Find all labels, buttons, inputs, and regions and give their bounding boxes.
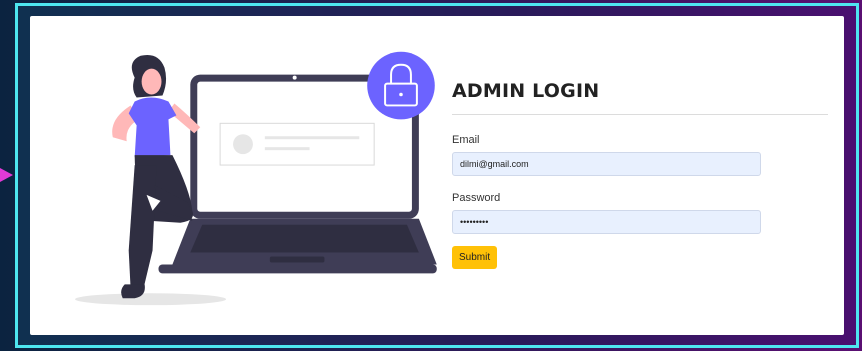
side-arrow-marker (0, 168, 13, 182)
page-title: ADMIN LOGIN (452, 80, 600, 102)
login-card: ADMIN LOGIN Email Password Submit (30, 16, 844, 335)
login-illustration (75, 51, 437, 306)
submit-button[interactable]: Submit (452, 246, 498, 269)
email-field[interactable] (452, 152, 761, 176)
password-label: Password (452, 192, 501, 204)
title-divider (452, 114, 828, 115)
password-field[interactable] (452, 210, 761, 234)
lock-icon (367, 51, 435, 120)
login-form: ADMIN LOGIN Email Password Submit (452, 80, 828, 269)
page-frame: ADMIN LOGIN Email Password Submit (15, 3, 859, 348)
ground-shadow (75, 293, 227, 306)
email-label: Email (452, 134, 480, 146)
